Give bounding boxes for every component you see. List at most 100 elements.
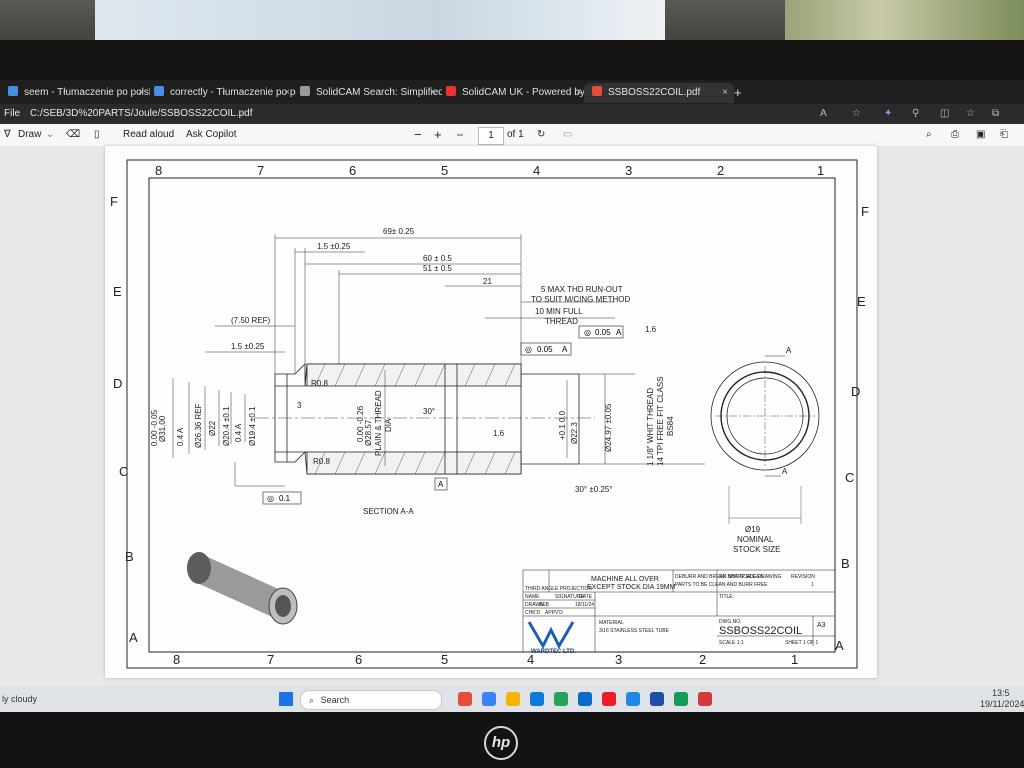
tab-favicon	[300, 86, 310, 96]
hp-logo: hp	[484, 726, 518, 760]
grid-columns-top: 8 7 6 5 4 3 2 1	[155, 163, 824, 178]
fcf-datum: A	[562, 345, 568, 354]
draw-button[interactable]: Draw	[18, 124, 41, 146]
file-explorer-icon[interactable]	[506, 692, 520, 706]
datum-label: A	[438, 480, 444, 489]
page-count: of 1	[507, 129, 524, 140]
page-number-input[interactable]: 1	[478, 127, 504, 145]
fcf-symbol-icon: ◎	[267, 494, 274, 503]
dim-69: 69± 0.25	[383, 227, 415, 236]
grid-col-label: 3	[615, 652, 622, 667]
taskbar-search[interactable]: ⌕ Search	[300, 690, 442, 710]
youtube-icon[interactable]	[602, 692, 616, 706]
save-icon[interactable]: ▣	[976, 124, 985, 146]
rotate-icon[interactable]: ↻	[537, 124, 545, 146]
search-icon[interactable]: ⌕	[926, 124, 932, 146]
grid-row-label: E	[113, 284, 122, 299]
dim-dia-20-4: Ø20.4 ±0.1	[222, 406, 231, 446]
clock-time: 13:5	[992, 688, 1010, 698]
taskbar-app-icon[interactable]	[674, 692, 688, 706]
puzzle-icon[interactable]: ⚲	[912, 104, 919, 124]
tab-correctly[interactable]: correctly - Tłumaczenie po pols ×	[146, 83, 296, 103]
taskbar-app-icon[interactable]	[578, 692, 592, 706]
title-label: TITLE:	[719, 594, 734, 600]
grid-col-label: 5	[441, 163, 448, 178]
print-icon[interactable]: ⎙	[951, 124, 959, 146]
part-number: SSBOSS22COIL	[719, 625, 802, 637]
outlook-icon[interactable]	[626, 692, 640, 706]
tab-solidcam-uk[interactable]: SolidCAM UK - Powered by Kay×	[438, 83, 588, 103]
page-view-icon[interactable]: ▭	[563, 124, 572, 146]
address-input[interactable]: C:/SEB/3D%20PARTS/Joule/SSBOSS22COIL.pdf	[30, 104, 253, 124]
grid-row-label: A	[835, 638, 844, 653]
taskbar-app-icon[interactable]	[458, 692, 472, 706]
eraser-icon[interactable]: ⌫	[66, 124, 80, 146]
dim-51: 51 ± 0.5	[423, 264, 452, 273]
grid-row-label: F	[110, 194, 118, 209]
tab-title: SolidCAM Search: Simplified Em	[316, 87, 442, 98]
new-tab-button[interactable]: +	[730, 83, 754, 103]
grid-row-label: D	[851, 384, 860, 399]
dim-1-5-top: 1.5 ±0.25	[317, 242, 351, 251]
zoom-in-button[interactable]: +	[434, 124, 442, 146]
draw-icon[interactable]: ∇	[4, 124, 11, 146]
save-as-icon[interactable]: ⎗	[1000, 124, 1008, 146]
dim-dia-22-3-tol: +0.1 0.0	[558, 410, 567, 440]
material-value: 3/16 STAINLESS STEEL TUBE	[599, 628, 670, 634]
close-icon[interactable]: ×	[430, 83, 436, 103]
dim-3: 3	[297, 401, 302, 410]
pdf-page: 8 7 6 5 4 3 2 1 8 7 6 5 4 3 2 1 F E D C …	[105, 146, 877, 678]
company-name: WARDTEC LTD.	[531, 649, 576, 655]
text-icon[interactable]: ▯	[94, 124, 100, 146]
grid-rows-right: F E D C B A	[835, 204, 869, 653]
stock-dia: Ø19	[745, 525, 761, 534]
tab-favicon	[154, 86, 164, 96]
grid-col-label: 8	[173, 652, 180, 667]
approved-label: APPV'D	[545, 610, 563, 616]
tab-solidcam-search[interactable]: SolidCAM Search: Simplified Em×	[292, 83, 442, 103]
roughness-value: 1.6	[645, 325, 657, 334]
revision-label: REVISION	[791, 574, 815, 580]
close-icon[interactable]: ×	[576, 83, 582, 103]
split-screen-icon[interactable]: ◫	[940, 104, 949, 124]
favorites-icon[interactable]: ☆	[966, 104, 975, 124]
favorite-star-icon[interactable]: ☆	[852, 104, 861, 124]
taskbar-app-icon[interactable]	[482, 692, 496, 706]
read-aloud-icon[interactable]: A	[820, 104, 827, 124]
read-aloud-button[interactable]: Read aloud	[123, 124, 174, 146]
fcf-symbol-icon: ◎	[525, 345, 532, 354]
close-icon[interactable]: ×	[138, 83, 144, 103]
file-menu[interactable]: File	[4, 104, 20, 124]
ask-copilot-button[interactable]: Ask Copilot	[186, 124, 237, 146]
taskbar-app-icon[interactable]	[698, 692, 712, 706]
taskbar-app-icon[interactable]	[554, 692, 568, 706]
dim-7-50-ref: (7.50 REF)	[231, 316, 270, 325]
tab-seem[interactable]: seem - Tłumaczenie po polsku ×	[0, 83, 150, 103]
thread-angle: 30° ±0.25°	[575, 485, 612, 494]
clock-date: 19/11/2024	[980, 699, 1024, 709]
thread-note-4: THREAD	[545, 317, 578, 326]
zoom-out-button[interactable]: −	[414, 124, 422, 146]
grid-row-label: C	[845, 470, 854, 485]
close-icon[interactable]: ×	[722, 83, 728, 103]
close-icon[interactable]: ×	[284, 83, 290, 103]
cut-label-top: A	[786, 346, 792, 355]
grid-row-label: E	[857, 294, 866, 309]
edge-icon[interactable]	[530, 692, 544, 706]
fcf-value: 0.05	[595, 328, 611, 337]
grid-col-label: 8	[155, 163, 162, 178]
collections-icon[interactable]: ⧉	[992, 104, 999, 124]
revision-value: 1	[811, 582, 814, 588]
taskbar-app-icon[interactable]	[650, 692, 664, 706]
pdf-toolbar: ∇ Draw ⌄ ⌫ ▯ Read aloud Ask Copilot − + …	[0, 124, 1024, 147]
tab-title: seem - Tłumaczenie po polsku	[24, 87, 150, 98]
whit-thread-note-3: BS84	[666, 416, 675, 436]
chamfer-angle: 30°	[423, 407, 435, 416]
windows-start-icon[interactable]	[279, 692, 293, 706]
search-icon: ⌕	[309, 695, 315, 705]
extension-icon[interactable]: ✦	[884, 104, 892, 124]
grid-col-label: 6	[349, 163, 356, 178]
chevron-down-icon[interactable]: ⌄	[46, 124, 54, 146]
tab-ssboss22coil-pdf[interactable]: SSBOSS22COIL.pdf ×	[584, 83, 734, 103]
fit-page-icon[interactable]: ⇔	[455, 124, 465, 146]
